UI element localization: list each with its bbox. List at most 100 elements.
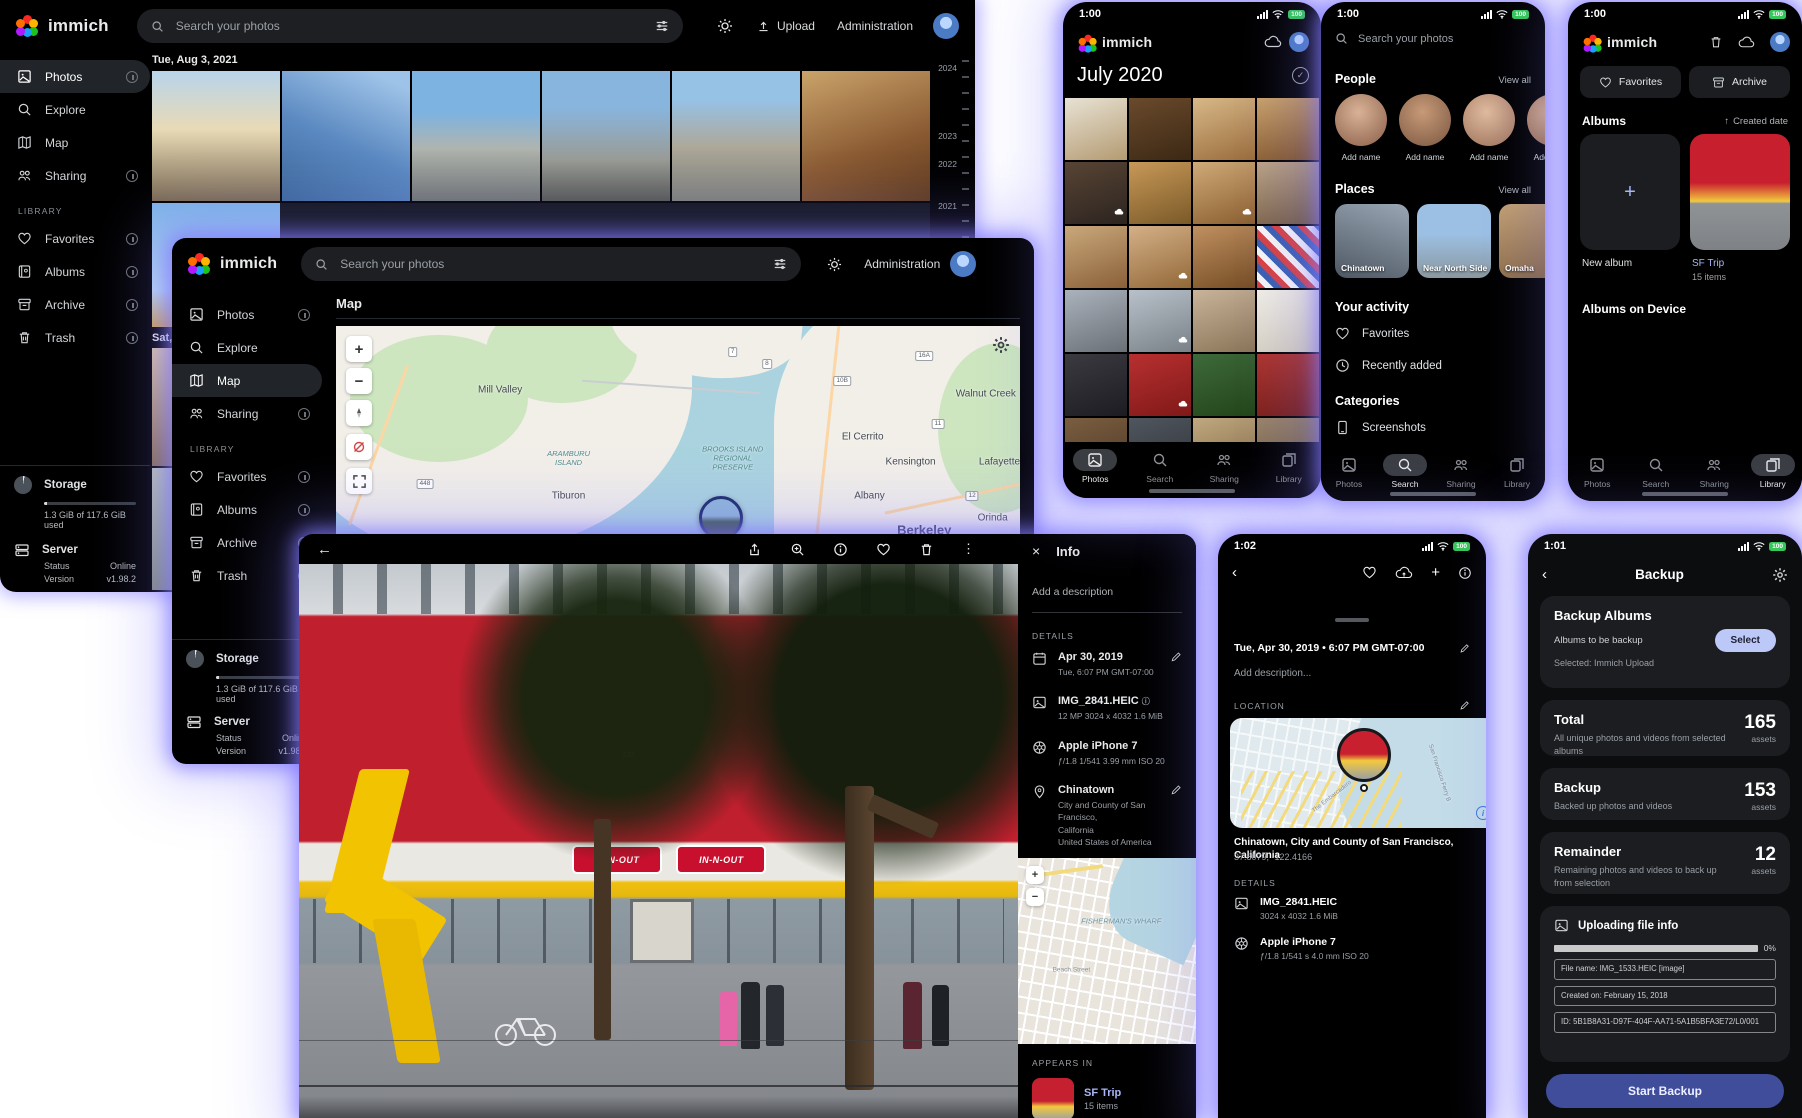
photo-thumbnail[interactable] — [1129, 162, 1191, 224]
zoom-in-button[interactable]: + — [346, 336, 372, 362]
photo-thumbnail[interactable] — [1257, 98, 1319, 160]
location-minimap[interactable]: FISHERMAN'S WHARF Beach Street + − — [1018, 858, 1196, 1044]
person-item[interactable]: Add name — [1463, 94, 1515, 162]
sidebar-item-sharing[interactable]: Sharing — [0, 159, 150, 192]
photo-thumbnail[interactable] — [1065, 162, 1127, 224]
photo-thumbnail[interactable] — [1257, 226, 1319, 288]
select-button[interactable]: Select — [1715, 629, 1776, 652]
photo-thumbnail[interactable] — [1193, 290, 1255, 352]
sidebar-item-albums[interactable]: Albums — [0, 255, 150, 288]
edit-pencil-icon[interactable] — [1170, 784, 1182, 796]
back-chevron-icon[interactable]: ‹ — [1232, 564, 1237, 581]
administration-button[interactable]: Administration — [837, 19, 913, 33]
photo-thumbnail[interactable] — [802, 71, 930, 201]
photo-thumbnail[interactable] — [1065, 418, 1127, 442]
sidebar-item-map[interactable]: Map — [0, 126, 150, 159]
photo-thumbnail[interactable] — [1257, 162, 1319, 224]
favorite-heart-icon[interactable] — [1362, 565, 1377, 580]
location-map[interactable]: San Francisco Ferry B The Embarcadero i — [1230, 718, 1486, 828]
fullscreen-button[interactable] — [346, 468, 372, 494]
nav-sharing[interactable]: Sharing — [1196, 449, 1252, 484]
edit-pencil-icon[interactable] — [1170, 651, 1182, 663]
zoom-in-icon[interactable] — [790, 542, 805, 557]
nav-search[interactable]: Search — [1628, 454, 1684, 489]
select-all-check-icon[interactable]: ✓ — [1292, 67, 1309, 84]
view-all-link[interactable]: View all — [1498, 185, 1531, 196]
add-description-field[interactable]: Add description... — [1234, 668, 1311, 679]
filter-icon[interactable] — [655, 19, 669, 33]
place-item[interactable]: Omaha — [1499, 204, 1545, 278]
photo-thumbnail[interactable] — [1065, 290, 1127, 352]
sort-created-date[interactable]: ↑Created date — [1724, 116, 1788, 127]
photo-thumbnail[interactable] — [1193, 418, 1255, 442]
delete-trash-icon[interactable] — [919, 542, 934, 557]
sidebar-item-sharing[interactable]: Sharing — [172, 397, 322, 430]
filter-icon[interactable] — [773, 257, 787, 271]
photo-thumbnail[interactable] — [542, 71, 670, 201]
share-icon[interactable] — [747, 542, 762, 557]
add-name-link[interactable]: Add name — [1342, 152, 1381, 162]
recently-added-row[interactable]: Recently added — [1335, 358, 1442, 373]
photo-thumbnail[interactable] — [1129, 290, 1191, 352]
photo-thumbnail[interactable] — [672, 71, 800, 201]
user-avatar[interactable] — [933, 13, 959, 39]
back-arrow-icon[interactable]: ← — [317, 541, 332, 558]
photo-thumbnail[interactable] — [1129, 418, 1191, 442]
photo-thumbnail[interactable] — [1065, 226, 1127, 288]
upload-button[interactable]: Upload — [757, 19, 815, 33]
photo-thumbnail[interactable] — [1193, 354, 1255, 416]
minimap-zoom-out[interactable]: − — [1026, 888, 1044, 906]
nav-sharing[interactable]: Sharing — [1433, 454, 1489, 489]
nav-library[interactable]: Library — [1489, 454, 1545, 489]
photo-thumbnail[interactable] — [152, 71, 280, 201]
edit-pencil-icon[interactable] — [1459, 700, 1470, 711]
photo-thumbnail[interactable] — [1129, 226, 1191, 288]
photo-thumbnail[interactable] — [1129, 98, 1191, 160]
search-input[interactable]: Search your photos — [1335, 32, 1533, 45]
photo-thumbnail[interactable] — [1257, 354, 1319, 416]
settings-gear-icon[interactable] — [1772, 567, 1788, 583]
photo-thumbnail[interactable] — [1257, 418, 1319, 442]
sidebar-item-map[interactable]: Map — [172, 364, 322, 397]
view-all-link[interactable]: View all — [1498, 75, 1531, 86]
theme-sun-icon[interactable] — [717, 18, 733, 34]
photo-thumbnail[interactable] — [1065, 354, 1127, 416]
sidebar-item-photos[interactable]: Photos — [172, 298, 322, 331]
map-settings-gear-icon[interactable] — [992, 336, 1010, 354]
photo-thumbnail[interactable] — [1065, 98, 1127, 160]
add-description-field[interactable]: Add a description — [1032, 586, 1182, 598]
screenshots-row[interactable]: Screenshots — [1335, 420, 1426, 435]
trash-icon[interactable] — [1709, 35, 1723, 49]
favorites-button[interactable]: Favorites — [1580, 66, 1681, 98]
cloud-sync-icon[interactable] — [1264, 35, 1282, 49]
info-icon[interactable] — [1458, 566, 1472, 580]
add-name-link[interactable]: Add name — [1534, 152, 1545, 162]
nav-photos[interactable]: Photos — [1321, 454, 1377, 489]
sidebar-item-favorites[interactable]: Favorites — [0, 222, 150, 255]
favorites-row[interactable]: Favorites — [1335, 326, 1409, 341]
cloud-upload-icon[interactable] — [1395, 566, 1413, 580]
sidebar-item-albums[interactable]: Albums — [172, 493, 322, 526]
attribution-info-icon[interactable]: i — [1476, 806, 1486, 820]
sidebar-item-explore[interactable]: Explore — [0, 93, 150, 126]
search-input[interactable]: Search your photos — [137, 9, 683, 43]
administration-button[interactable]: Administration — [864, 257, 940, 271]
photo-thumbnail[interactable] — [1129, 354, 1191, 416]
nav-library[interactable]: Library — [1745, 454, 1801, 489]
zoom-out-button[interactable]: − — [346, 368, 372, 394]
photo-thumbnail[interactable] — [282, 71, 410, 201]
minimap-zoom-in[interactable]: + — [1026, 866, 1044, 884]
album-title[interactable]: SF Trip — [1692, 258, 1724, 269]
theme-sun-icon[interactable] — [827, 257, 842, 272]
info-icon[interactable] — [833, 542, 848, 557]
sidebar-item-trash[interactable]: Trash — [0, 321, 150, 354]
sidebar-item-explore[interactable]: Explore — [172, 331, 322, 364]
photo-thumbnail[interactable] — [1257, 290, 1319, 352]
place-item[interactable]: Near North Side — [1417, 204, 1491, 278]
place-item[interactable]: Chinatown — [1335, 204, 1409, 278]
nav-photos[interactable]: Photos — [1569, 454, 1625, 489]
user-avatar[interactable] — [1289, 32, 1309, 52]
photo-thumbnail[interactable] — [1193, 226, 1255, 288]
album-tile-sf-trip[interactable] — [1690, 134, 1790, 250]
add-plus-icon[interactable]: + — [1431, 564, 1440, 581]
